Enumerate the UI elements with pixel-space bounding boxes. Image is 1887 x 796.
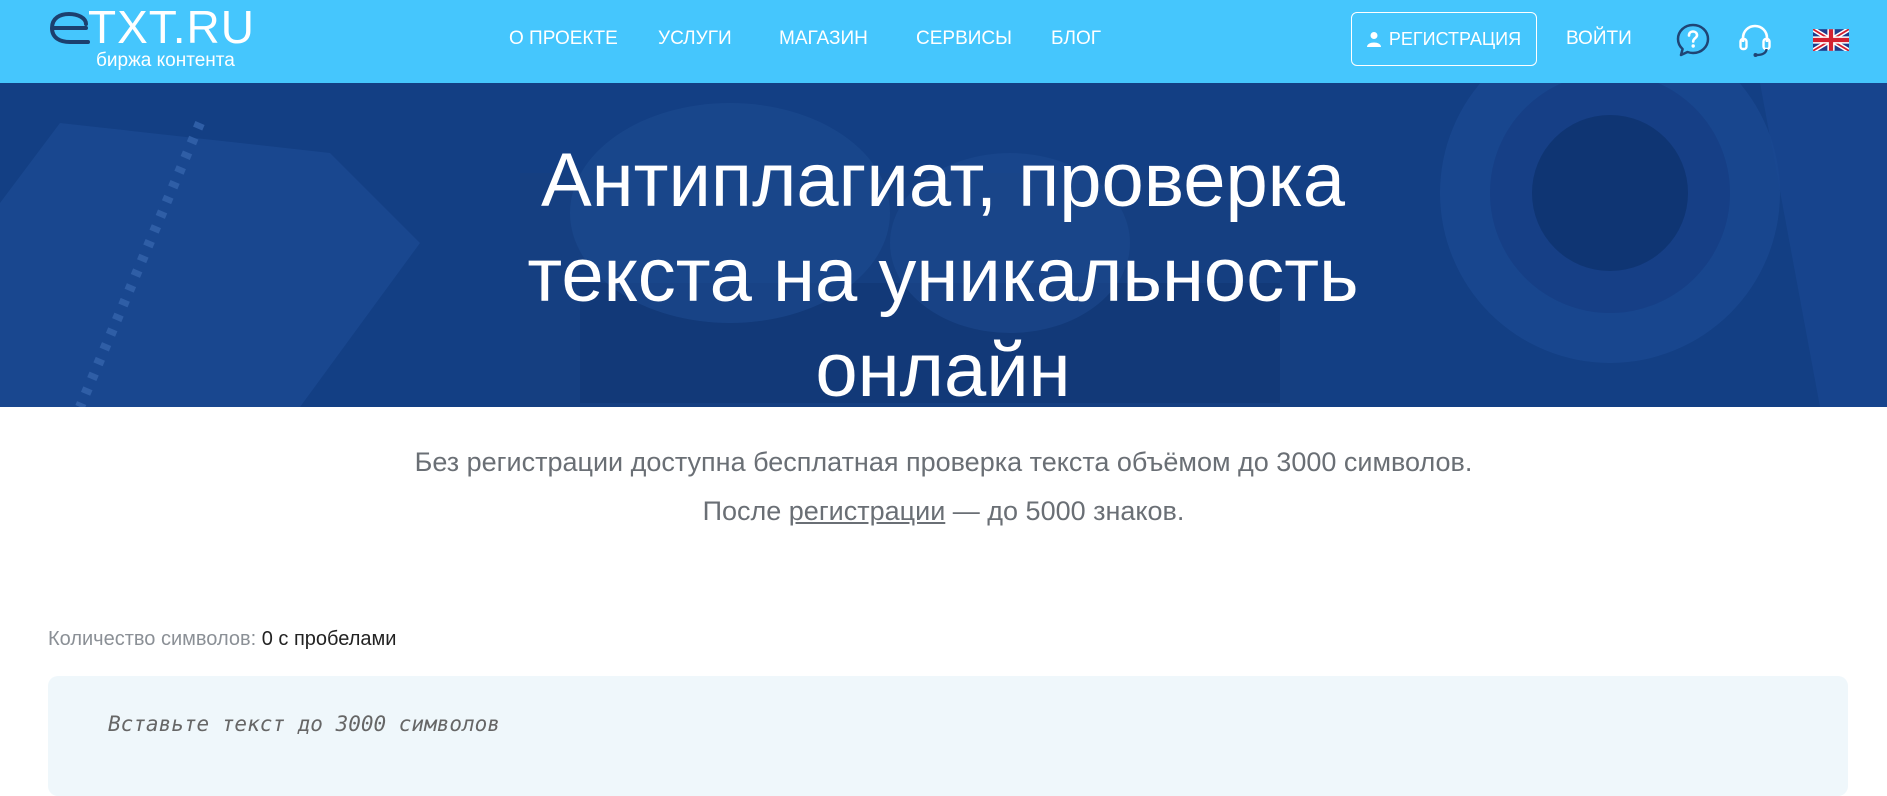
- page-title: Антиплагиат, проверка текста на уникальн…: [443, 133, 1443, 407]
- register-label: Регистрация: [1388, 28, 1522, 49]
- support-headset-icon[interactable]: [1737, 22, 1773, 58]
- nav-item-blog[interactable]: Блог: [1051, 28, 1101, 50]
- char-counter-label: Количество символов:: [48, 628, 257, 650]
- nav-item-services[interactable]: Услуги: [658, 28, 732, 50]
- char-counter: Количество символов: 0 с пробелами: [48, 628, 396, 651]
- register-button[interactable]: Регистрация: [1351, 12, 1537, 66]
- info-line-2: После регистрации — до 5000 знаков.: [0, 487, 1887, 536]
- nav-item-about[interactable]: О проекте: [509, 28, 618, 50]
- info-line-1: Без регистрации доступна бесплатная пров…: [414, 447, 1473, 477]
- info-line-2-prefix: После: [702, 496, 789, 526]
- info-line-2-suffix: — до 5000 знаков.: [945, 496, 1185, 526]
- logo-text: TXT.RU: [88, 1, 255, 53]
- logo-e-icon: [50, 11, 90, 44]
- page-title-line-2: текста на уникальность: [527, 233, 1359, 318]
- logo-subtitle: биржа контента: [96, 50, 235, 71]
- help-icon[interactable]: [1675, 22, 1711, 58]
- user-icon: [1366, 32, 1381, 47]
- nav-item-shop[interactable]: Магазин: [779, 28, 868, 50]
- header: TXT.RU биржа контента О проекте Услуги М…: [0, 0, 1887, 83]
- info-text: Без регистрации доступна бесплатная пров…: [0, 438, 1887, 536]
- page-title-line-1: Антиплагиат, проверка: [540, 138, 1345, 223]
- uk-flag-icon[interactable]: [1813, 29, 1849, 51]
- char-counter-value: 0 с пробелами: [261, 628, 397, 650]
- nav-item-tools[interactable]: Сервисы: [916, 28, 1012, 50]
- page-title-line-3: онлайн: [815, 328, 1071, 407]
- logo[interactable]: TXT.RU биржа контента: [48, 2, 288, 78]
- hero-banner: Антиплагиат, проверка текста на уникальн…: [0, 83, 1887, 407]
- login-link[interactable]: Войти: [1566, 28, 1632, 50]
- registration-link[interactable]: регистрации: [789, 496, 946, 526]
- text-input-area[interactable]: [48, 676, 1848, 796]
